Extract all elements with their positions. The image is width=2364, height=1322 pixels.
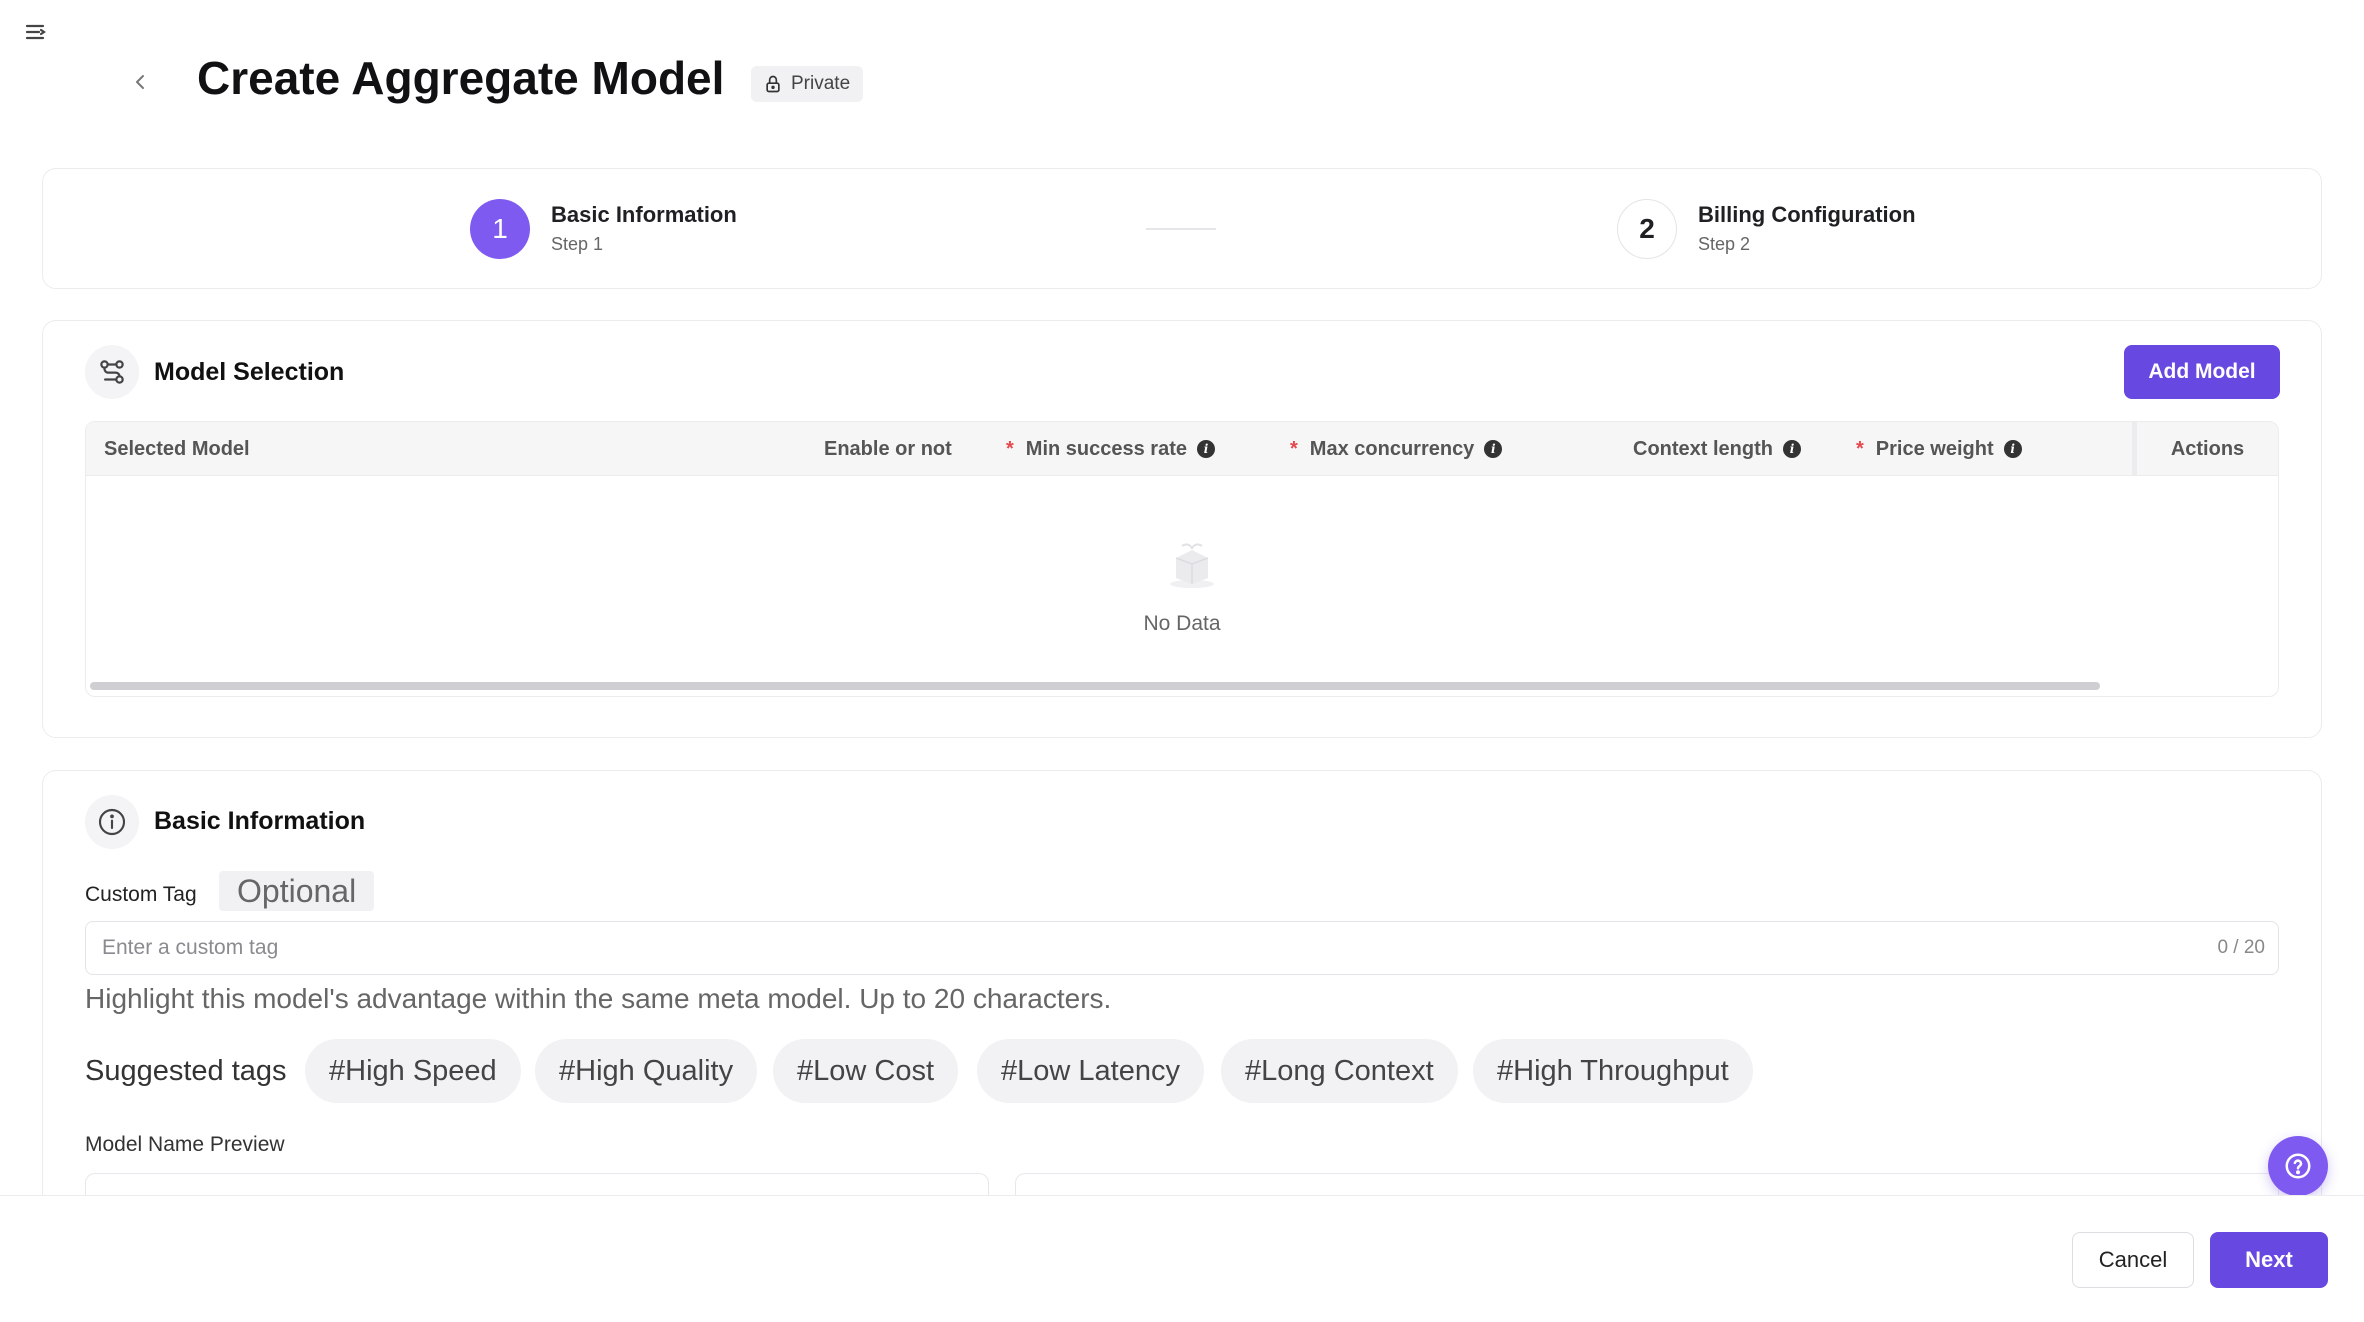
suggested-tag-chip[interactable]: #Low Latency — [977, 1039, 1204, 1103]
menu-icon — [25, 24, 46, 40]
lock-icon — [766, 75, 780, 93]
empty-state-text: No Data — [1143, 612, 1221, 635]
info-icon[interactable]: i — [1484, 440, 1503, 458]
required-mark: * — [1856, 437, 1864, 460]
chevron-left-icon — [136, 75, 144, 89]
char-count: 0 / 20 — [2217, 937, 2265, 958]
info-icon[interactable]: i — [2003, 440, 2022, 458]
suggested-tag-chip[interactable]: #High Speed — [305, 1039, 521, 1103]
suggested-tags-label: Suggested tags — [85, 1055, 287, 1087]
help-circle-icon — [2285, 1153, 2311, 1179]
cancel-button[interactable]: Cancel — [2072, 1232, 2194, 1288]
model-table: Selected Model Enable or not * Min succe… — [85, 421, 2279, 697]
step-billing-configuration[interactable]: 2 Billing Configuration Step 2 — [1617, 199, 1916, 259]
back-button[interactable] — [128, 70, 152, 94]
info-icon[interactable]: i — [1783, 440, 1801, 458]
help-button[interactable] — [2268, 1136, 2328, 1196]
suggested-tag-chip[interactable]: #Low Cost — [773, 1039, 959, 1103]
section-title: Basic Information — [154, 807, 366, 835]
add-model-button[interactable]: Add Model — [2124, 345, 2280, 399]
route-icon — [100, 360, 124, 384]
suggested-tag-chip[interactable]: #High Throughput — [1473, 1039, 1753, 1103]
optional-badge: Optional — [219, 871, 375, 911]
step-subtitle: Step 1 — [551, 234, 604, 254]
column-actions: Actions — [2132, 422, 2278, 476]
page-title: Create Aggregate Model — [197, 52, 725, 104]
column-enable[interactable]: Enable or not — [824, 422, 952, 476]
section-title: Model Selection — [154, 358, 345, 386]
visibility-badge: Private — [751, 66, 864, 102]
section-icon — [85, 345, 139, 399]
empty-box-icon — [1170, 543, 1214, 588]
column-selected-model[interactable]: Selected Model — [104, 422, 250, 476]
custom-tag-input[interactable] — [85, 921, 2279, 975]
horizontal-scrollbar[interactable] — [90, 682, 2100, 690]
column-context-length[interactable]: Context length i — [1633, 422, 1801, 476]
footer-bar: Cancel Next — [0, 1195, 2364, 1322]
sidebar-toggle-button[interactable] — [24, 20, 48, 44]
model-name-preview-label: Model Name Preview — [85, 1133, 285, 1156]
info-icon[interactable]: i — [1197, 440, 1215, 458]
step-number: 1 — [470, 199, 530, 259]
step-subtitle: Step 2 — [1698, 234, 1751, 254]
required-mark: * — [1290, 437, 1298, 460]
suggested-tag-chip[interactable]: #Long Context — [1221, 1039, 1458, 1103]
step-separator — [1146, 228, 1216, 230]
column-price-weight[interactable]: * Price weight i — [1856, 422, 2022, 476]
table-header: Selected Model Enable or not * Min succe… — [86, 422, 2278, 476]
suggested-tag-chip[interactable]: #High Quality — [535, 1039, 758, 1103]
steps-progress: 1 Basic Information Step 1 2 Billing Con… — [42, 168, 2322, 289]
info-circle-icon — [98, 808, 126, 836]
step-title: Basic Information — [551, 202, 737, 227]
column-min-success-rate[interactable]: * Min success rate i — [1006, 422, 1215, 476]
model-selection-section: Model Selection Add Model Selected Model… — [42, 320, 2322, 738]
section-icon — [85, 795, 139, 849]
column-max-concurrency[interactable]: * Max concurrency i — [1290, 422, 1503, 476]
visibility-label: Private — [791, 73, 851, 94]
custom-tag-help: Highlight this model's advantage within … — [85, 983, 1112, 1014]
required-mark: * — [1006, 437, 1014, 460]
step-number: 2 — [1617, 199, 1677, 259]
custom-tag-label: Custom Tag — [85, 883, 197, 906]
next-button[interactable]: Next — [2210, 1232, 2328, 1288]
step-basic-information[interactable]: 1 Basic Information Step 1 — [470, 199, 737, 259]
step-title: Billing Configuration — [1698, 202, 1916, 227]
